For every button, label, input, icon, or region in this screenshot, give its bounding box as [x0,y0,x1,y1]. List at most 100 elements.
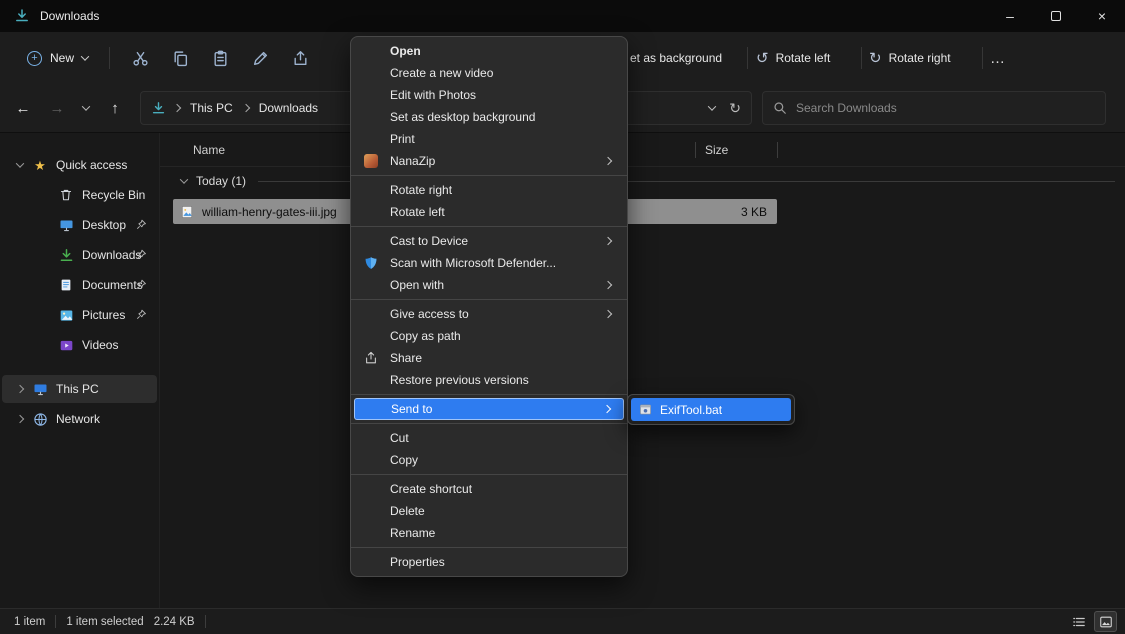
context-menu-item-share[interactable]: Share [354,347,624,369]
up-icon: ↑ [111,100,119,117]
sidebar-item-quick-access[interactable]: ★ Quick access [2,151,157,179]
toolbar-separator [861,47,862,69]
documents-icon [56,278,76,292]
context-menu-item-rename[interactable]: Rename [354,522,624,544]
new-button[interactable]: + New [16,44,99,73]
menu-separator [351,394,627,395]
chevron-down-icon[interactable] [10,162,30,168]
more-options-button[interactable]: … [990,32,1006,84]
videos-icon [56,338,76,353]
paste-button[interactable] [200,40,240,76]
chevron-right-icon[interactable] [10,386,30,392]
submenu-arrow-icon [604,281,612,289]
cut-button[interactable] [120,40,160,76]
column-divider[interactable] [777,142,778,158]
context-menu-item-give-access-to[interactable]: Give access to [354,303,624,325]
search-input[interactable] [796,101,1095,115]
column-header-size[interactable]: Size [705,143,728,157]
context-menu-item-copy[interactable]: Copy [354,449,624,471]
minimize-button[interactable]: – [987,0,1033,32]
share-button[interactable] [280,40,320,76]
sidebar-item-this-pc[interactable]: This PC [2,375,157,403]
submenu-item-exiftool-bat[interactable]: ExifTool.bat [631,398,791,421]
new-button-label: New [50,51,74,65]
maximize-icon [1051,11,1061,21]
toolbar-separator [109,47,110,69]
sidebar-item-pictures[interactable]: Pictures [2,301,157,329]
chevron-right-icon[interactable] [10,416,30,422]
back-button[interactable]: ← [8,93,38,123]
sidebar-item-recycle-bin[interactable]: Recycle Bin [2,181,157,209]
pictures-icon [56,308,76,323]
refresh-button[interactable]: ↻ [729,100,741,117]
submenu-arrow-icon [604,310,612,318]
image-file-icon [180,205,194,219]
desktop-icon [56,218,76,233]
bat-file-icon [639,403,652,416]
details-view-button[interactable] [1094,611,1117,632]
context-menu-item-open-with[interactable]: Open with [354,274,624,296]
submenu-item-label: ExifTool.bat [660,403,722,417]
sidebar-item-videos[interactable]: Videos [2,331,157,359]
context-menu-item-set-as-desktop-background[interactable]: Set as desktop background [354,106,624,128]
toolbar-separator [747,47,748,69]
navigation-pane: ★ Quick access Recycle Bin Desktop Downl… [0,133,160,608]
maximize-button[interactable] [1033,0,1079,32]
submenu-arrow-icon [604,157,612,165]
sidebar-item-desktop[interactable]: Desktop [2,211,157,239]
context-menu-item-create-a-new-video[interactable]: Create a new video [354,62,624,84]
copy-button[interactable] [160,40,200,76]
context-menu-item-restore-previous-versions[interactable]: Restore previous versions [354,369,624,391]
sidebar-item-network[interactable]: Network [2,405,157,433]
context-menu-item-open[interactable]: Open [354,40,624,62]
share-icon [292,50,309,67]
rotate-right-label: Rotate right [889,51,951,65]
breadcrumb-downloads[interactable]: Downloads [257,99,320,117]
search-box[interactable] [762,91,1106,125]
context-menu-item-properties[interactable]: Properties [354,551,624,573]
recycle-bin-icon [56,188,76,202]
set-as-background-button[interactable]: et as background [630,32,722,84]
context-menu-item-cut[interactable]: Cut [354,427,624,449]
rotate-right-button[interactable]: ↻ Rotate right [869,32,951,84]
chevron-right-icon [241,104,249,112]
context-menu-item-nanazip[interactable]: NanaZip [354,150,624,172]
recent-locations-button[interactable] [76,93,96,123]
context-menu-item-create-shortcut[interactable]: Create shortcut [354,478,624,500]
sidebar-item-downloads[interactable]: Downloads [2,241,157,269]
context-menu-item-delete[interactable]: Delete [354,500,624,522]
rename-button[interactable] [240,40,280,76]
list-view-button[interactable] [1067,611,1090,632]
breadcrumb-this-pc[interactable]: This PC [188,99,235,117]
column-header-name[interactable]: Name [193,143,225,157]
context-menu-item-print[interactable]: Print [354,128,624,150]
address-dropdown-icon[interactable] [708,102,716,110]
context-menu-item-send-to[interactable]: Send to [354,398,624,420]
share-icon [364,351,390,365]
status-bar: 1 item 1 item selected 2.24 KB [0,608,1125,634]
context-menu-item-rotate-left[interactable]: Rotate left [354,201,624,223]
forward-button[interactable]: → [42,93,72,123]
rotate-left-icon: ↺ [756,49,769,67]
pin-icon [136,219,147,230]
column-divider[interactable] [695,142,696,158]
up-button[interactable]: ↑ [100,93,130,123]
close-button[interactable]: × [1079,0,1125,32]
defender-shield-icon [364,256,390,270]
selection-count: 1 item selected [66,616,143,628]
group-header-today[interactable]: Today (1) [160,167,1125,195]
context-menu-item-scan-with-microsoft-defender[interactable]: Scan with Microsoft Defender... [354,252,624,274]
sidebar-item-documents[interactable]: Documents [2,271,157,299]
statusbar-divider [55,615,56,628]
context-menu-item-cast-to-device[interactable]: Cast to Device [354,230,624,252]
menu-separator [351,226,627,227]
chevron-right-icon [173,104,181,112]
chevron-down-icon[interactable] [174,178,194,184]
context-menu-item-rotate-right[interactable]: Rotate right [354,179,624,201]
downloads-folder-icon [151,101,166,116]
paste-icon [212,50,229,67]
context-menu-item-copy-as-path[interactable]: Copy as path [354,325,624,347]
rotate-left-button[interactable]: ↺ Rotate left [756,32,830,84]
network-icon [30,412,50,427]
context-menu-item-edit-with-photos[interactable]: Edit with Photos [354,84,624,106]
